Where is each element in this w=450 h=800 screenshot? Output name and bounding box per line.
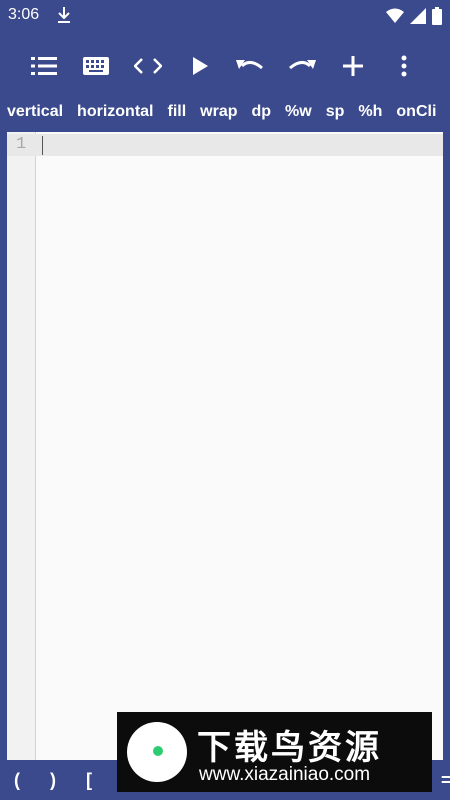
watermark-url: www.xiazainiao.com: [199, 764, 371, 785]
text-cursor: [42, 136, 43, 155]
play-icon[interactable]: [176, 40, 224, 92]
signal-icon: [410, 8, 426, 29]
snippet-percent-h[interactable]: %h: [351, 103, 389, 121]
snippet-fill[interactable]: fill: [160, 103, 193, 121]
undo-icon[interactable]: [226, 40, 274, 92]
bird-logo-icon: [127, 722, 187, 782]
code-icon[interactable]: [124, 40, 172, 92]
watermark-title: 下载鸟资源: [197, 728, 382, 768]
snippet-onclick[interactable]: onCli: [389, 103, 443, 121]
code-editor[interactable]: 1: [7, 132, 443, 760]
symbol-close-paren[interactable]: ): [50, 770, 56, 791]
keyboard-icon[interactable]: [72, 40, 120, 92]
status-bar: 3:06: [0, 0, 450, 32]
download-icon: [56, 5, 72, 30]
snippet-sp[interactable]: sp: [319, 103, 352, 121]
add-icon[interactable]: [329, 40, 377, 92]
wifi-icon: [386, 8, 404, 29]
snippet-vertical[interactable]: vertical: [0, 103, 70, 121]
symbol-open-bracket[interactable]: [: [86, 770, 92, 791]
redo-icon[interactable]: [278, 40, 326, 92]
logo-dot: [153, 746, 163, 756]
symbol-equals[interactable]: =: [441, 770, 450, 791]
more-icon[interactable]: [380, 40, 428, 92]
snippet-dp[interactable]: dp: [245, 103, 279, 121]
snippet-bar: vertical horizontal fill wrap dp %w sp %…: [0, 96, 450, 128]
snippet-percent-w[interactable]: %w: [278, 103, 319, 121]
status-time: 3:06: [8, 6, 40, 23]
line-number: 1: [16, 135, 27, 154]
snippet-wrap[interactable]: wrap: [193, 103, 244, 121]
snippet-horizontal[interactable]: horizontal: [70, 103, 160, 121]
line-gutter: [7, 132, 36, 760]
watermark-banner: 下载鸟资源 www.xiazainiao.com: [117, 712, 432, 792]
toolbar: [0, 40, 450, 92]
menu-icon[interactable]: [20, 40, 68, 92]
symbol-open-paren[interactable]: (: [14, 770, 20, 791]
current-line-highlight: [7, 134, 443, 156]
battery-icon: [432, 7, 442, 30]
